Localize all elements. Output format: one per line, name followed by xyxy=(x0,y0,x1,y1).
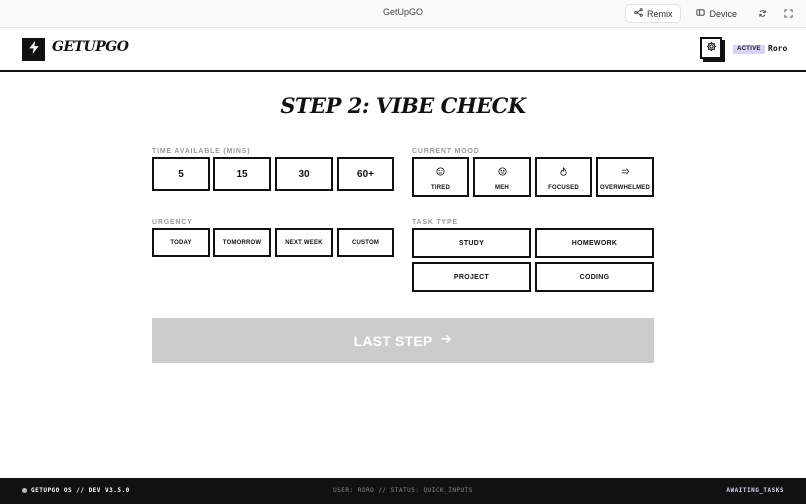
refresh-icon xyxy=(758,5,767,23)
remix-label: Remix xyxy=(646,8,673,19)
task-option-homework[interactable]: HOMEWORK xyxy=(535,228,654,258)
browser-chrome-bar: GetUpGO Remix Device xyxy=(0,0,806,28)
footer-task-state: AWAITING_TASKS xyxy=(726,487,784,494)
last-step-label: LAST STEP xyxy=(353,332,433,349)
footer-status: USER: RORO // STATUS: QUICK_INPUTS xyxy=(333,487,473,494)
remix-icon xyxy=(634,8,643,19)
fullscreen-icon xyxy=(783,5,793,23)
option-label: 5 xyxy=(178,168,184,180)
brand-name: GETUPGO xyxy=(52,39,129,55)
option-label: TIRED xyxy=(431,185,450,191)
app-header: GETUPGO ACTIVE Roro xyxy=(0,28,806,72)
urgency-option-tomorrow[interactable]: TOMORROW xyxy=(213,228,271,257)
mood-section-label: CURRENT MOOD xyxy=(412,148,480,155)
mood-option-overwhelmed[interactable]: OVERWHELMED xyxy=(596,157,654,197)
gear-icon xyxy=(706,39,717,57)
refresh-button[interactable] xyxy=(752,4,772,23)
last-step-button[interactable]: LAST STEP xyxy=(152,318,654,363)
user-name[interactable]: Roro xyxy=(768,44,787,53)
logo[interactable] xyxy=(22,38,45,61)
arrow-right-icon xyxy=(440,332,452,350)
device-label: Device xyxy=(709,8,737,19)
option-label: CUSTOM xyxy=(351,239,380,246)
option-label: STUDY xyxy=(458,239,485,247)
fullscreen-button[interactable] xyxy=(778,4,798,23)
time-option-30[interactable]: 30 xyxy=(275,157,333,191)
option-label: OVERWHELMED xyxy=(599,185,651,191)
device-button[interactable]: Device xyxy=(687,4,746,23)
remix-button[interactable]: Remix xyxy=(624,4,682,23)
task-option-project[interactable]: PROJECT xyxy=(412,262,531,292)
task-option-study[interactable]: STUDY xyxy=(412,228,531,258)
time-option-15[interactable]: 15 xyxy=(213,157,271,191)
option-label: NEXT WEEK xyxy=(285,239,323,246)
option-label: 60+ xyxy=(357,168,374,180)
flame-icon xyxy=(559,163,568,181)
option-label: 30 xyxy=(298,168,310,180)
option-label: PROJECT xyxy=(453,273,490,281)
time-option-5[interactable]: 5 xyxy=(152,157,210,191)
tired-face-icon xyxy=(436,163,445,181)
status-badge: ACTIVE xyxy=(733,45,765,54)
meh-face-icon xyxy=(497,163,507,181)
option-label: FOCUSED xyxy=(548,185,579,191)
time-option-60plus[interactable]: 60+ xyxy=(337,157,394,191)
time-section-label: TIME AVAILABLE (MINS) xyxy=(152,148,251,155)
mood-option-tired[interactable]: TIRED xyxy=(412,157,469,197)
bolt-icon xyxy=(28,40,40,59)
option-label: MEH xyxy=(495,185,509,191)
status-footer: GETUPGO OS // DEV V3.5.0 USER: RORO // S… xyxy=(0,478,806,504)
task-option-coding[interactable]: CODING xyxy=(535,262,654,292)
mood-option-focused[interactable]: FOCUSED xyxy=(535,157,592,197)
urgency-option-today[interactable]: TODAY xyxy=(152,228,210,257)
option-label: TOMORROW xyxy=(222,239,262,246)
overwhelmed-arrow-icon xyxy=(621,163,630,181)
device-icon xyxy=(696,8,706,19)
urgency-option-custom[interactable]: CUSTOM xyxy=(337,228,394,257)
option-label: HOMEWORK xyxy=(571,239,618,247)
chrome-actions: Remix Device xyxy=(624,4,798,23)
page-title: STEP 2: VIBE CHECK xyxy=(280,93,526,118)
settings-button[interactable] xyxy=(700,37,722,59)
urgency-section-label: URGENCY xyxy=(152,219,193,226)
option-label: CODING xyxy=(579,273,610,281)
option-label: TODAY xyxy=(170,239,192,246)
option-label: 15 xyxy=(236,168,248,180)
urgency-option-next-week[interactable]: NEXT WEEK xyxy=(275,228,333,257)
task-type-section-label: TASK TYPE xyxy=(412,219,458,226)
mood-option-meh[interactable]: MEH xyxy=(473,157,531,197)
